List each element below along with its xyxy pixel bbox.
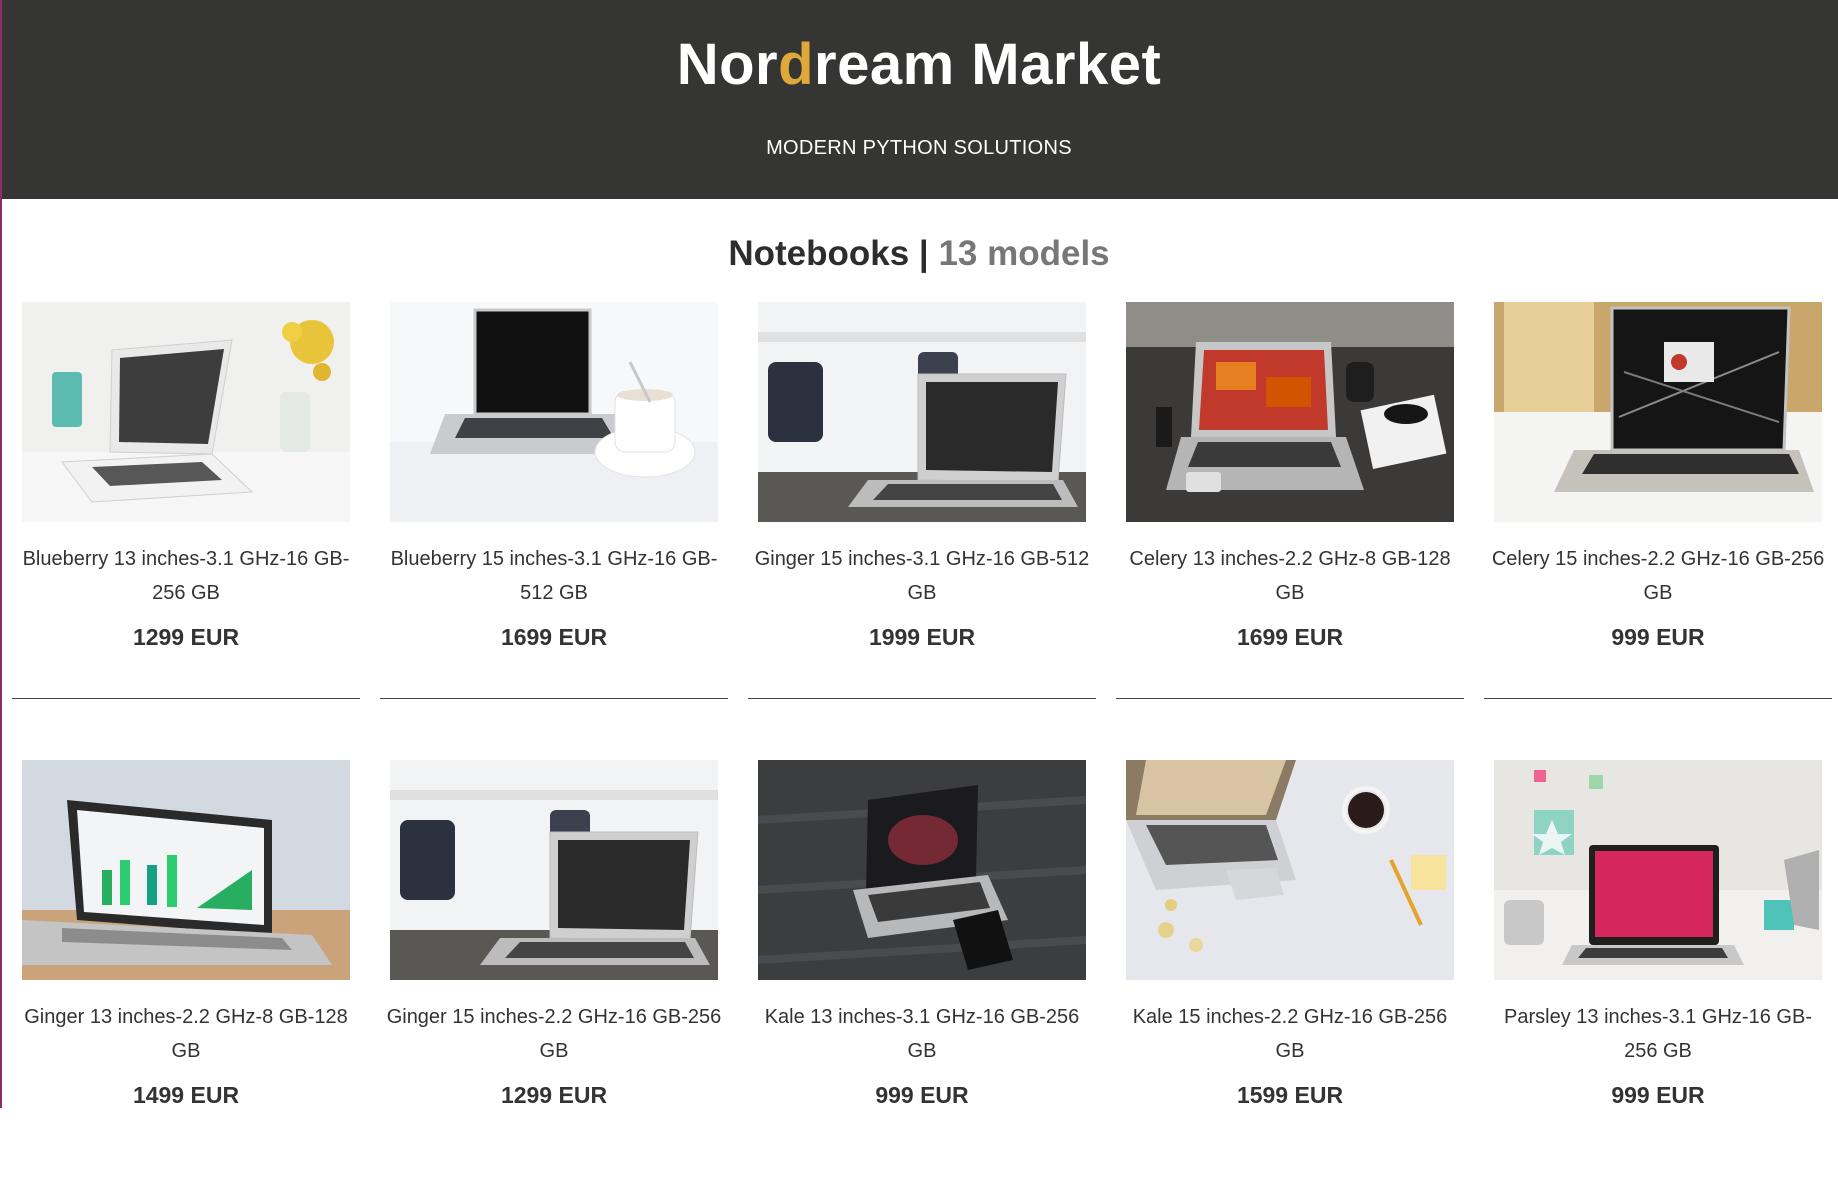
product-row: Blueberry 13 inches-3.1 GHz-16 GB-256 GB… <box>12 298 1838 726</box>
product-price: 999 EUR <box>875 1082 969 1108</box>
product-price: 1699 EUR <box>1236 624 1344 650</box>
product-price: 999 EUR <box>1611 1082 1705 1108</box>
product-card[interactable]: Ginger 13 inches-2.2 GHz-8 GB-128 GB 149… <box>12 756 360 1184</box>
model-count: 13 models <box>938 234 1110 273</box>
brand-prefix: Nor <box>676 32 779 97</box>
product-card[interactable]: Blueberry 15 inches-3.1 GHz-16 GB-512 GB… <box>380 298 728 699</box>
product-name[interactable]: Blueberry 13 inches-3.1 GHz-16 GB-256 GB <box>18 542 354 610</box>
brand-title[interactable]: Nordream Market <box>0 0 1838 100</box>
product-card[interactable]: Kale 13 inches-3.1 GHz-16 GB-256 GB 999 … <box>748 756 1096 1184</box>
product-card[interactable]: Ginger 15 inches-3.1 GHz-16 GB-512 GB 19… <box>748 298 1096 699</box>
product-price: 1599 EUR <box>1236 1082 1344 1108</box>
site-header: Nordream Market MODERN PYTHON SOLUTIONS <box>0 0 1838 199</box>
product-card[interactable]: Kale 15 inches-2.2 GHz-16 GB-256 GB 1599… <box>1116 756 1464 1184</box>
product-image[interactable] <box>390 760 718 980</box>
product-price: 999 EUR <box>1611 624 1705 650</box>
product-name[interactable]: Kale 15 inches-2.2 GHz-16 GB-256 GB <box>1122 1000 1458 1068</box>
product-card[interactable]: Parsley 13 inches-3.1 GHz-16 GB-256 GB 9… <box>1484 756 1832 1184</box>
product-name[interactable]: Blueberry 15 inches-3.1 GHz-16 GB-512 GB <box>386 542 722 610</box>
product-name[interactable]: Ginger 15 inches-3.1 GHz-16 GB-512 GB <box>754 542 1090 610</box>
product-card[interactable]: Blueberry 13 inches-3.1 GHz-16 GB-256 GB… <box>12 298 360 699</box>
product-card[interactable]: Celery 15 inches-2.2 GHz-16 GB-256 GB 99… <box>1484 298 1832 699</box>
section-title: Notebooks | 13 models <box>0 199 1838 276</box>
product-name[interactable]: Kale 13 inches-3.1 GHz-16 GB-256 GB <box>754 1000 1090 1068</box>
product-image[interactable] <box>1126 760 1454 980</box>
product-price: 1299 EUR <box>500 1082 608 1108</box>
product-image[interactable] <box>758 760 1086 980</box>
product-name[interactable]: Parsley 13 inches-3.1 GHz-16 GB-256 GB <box>1490 1000 1826 1068</box>
product-image[interactable] <box>390 302 718 522</box>
brand-suffix: ream Market <box>814 32 1162 97</box>
product-price: 1499 EUR <box>132 1082 240 1108</box>
product-name[interactable]: Ginger 15 inches-2.2 GHz-16 GB-256 GB <box>386 1000 722 1068</box>
product-card[interactable]: Ginger 15 inches-2.2 GHz-16 GB-256 GB 12… <box>380 756 728 1184</box>
product-row: Ginger 13 inches-2.2 GHz-8 GB-128 GB 149… <box>12 756 1838 1184</box>
product-image[interactable] <box>22 760 350 980</box>
category-name: Notebooks <box>728 234 910 273</box>
product-image[interactable] <box>758 302 1086 522</box>
product-card[interactable]: Celery 13 inches-2.2 GHz-8 GB-128 GB 169… <box>1116 298 1464 699</box>
product-price: 1299 EUR <box>132 624 240 650</box>
brand-accent-letter: d <box>778 32 815 97</box>
product-name[interactable]: Ginger 13 inches-2.2 GHz-8 GB-128 GB <box>18 1000 354 1068</box>
product-image[interactable] <box>1494 302 1822 522</box>
product-grid: Blueberry 13 inches-3.1 GHz-16 GB-256 GB… <box>12 298 1838 1184</box>
product-price: 1999 EUR <box>868 624 976 650</box>
product-name[interactable]: Celery 13 inches-2.2 GHz-8 GB-128 GB <box>1122 542 1458 610</box>
left-edge-accent <box>0 0 2 1108</box>
product-image[interactable] <box>22 302 350 522</box>
tagline: MODERN PYTHON SOLUTIONS <box>766 137 1072 159</box>
title-separator: | <box>918 234 929 273</box>
product-image[interactable] <box>1494 760 1822 980</box>
product-price: 1699 EUR <box>500 624 608 650</box>
product-image[interactable] <box>1126 302 1454 522</box>
product-name[interactable]: Celery 15 inches-2.2 GHz-16 GB-256 GB <box>1490 542 1826 610</box>
